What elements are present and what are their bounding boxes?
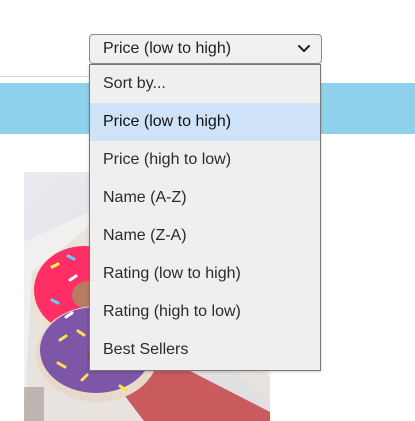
divider (0, 76, 90, 77)
sort-option-name-a-z[interactable]: Name (A-Z) (90, 179, 320, 217)
sort-option-rating-high-low[interactable]: Rating (high to low) (90, 293, 320, 331)
sort-option-name-z-a[interactable]: Name (Z-A) (90, 217, 320, 255)
sort-select[interactable]: Price (low to high) (89, 34, 322, 64)
sort-option-default[interactable]: Sort by... (90, 65, 320, 103)
chevron-down-icon (297, 42, 311, 56)
sort-select-value: Price (low to high) (103, 40, 232, 57)
sort-option-best-sellers[interactable]: Best Sellers (90, 331, 320, 369)
sort-options-list: Sort by... Price (low to high) Price (hi… (89, 64, 321, 371)
sort-option-price-low-high[interactable]: Price (low to high) (90, 103, 320, 141)
sort-option-rating-low-high[interactable]: Rating (low to high) (90, 255, 320, 293)
shop-page: Price (low to high) Sort by... Price (lo… (0, 0, 415, 421)
sort-option-price-high-low[interactable]: Price (high to low) (90, 141, 320, 179)
